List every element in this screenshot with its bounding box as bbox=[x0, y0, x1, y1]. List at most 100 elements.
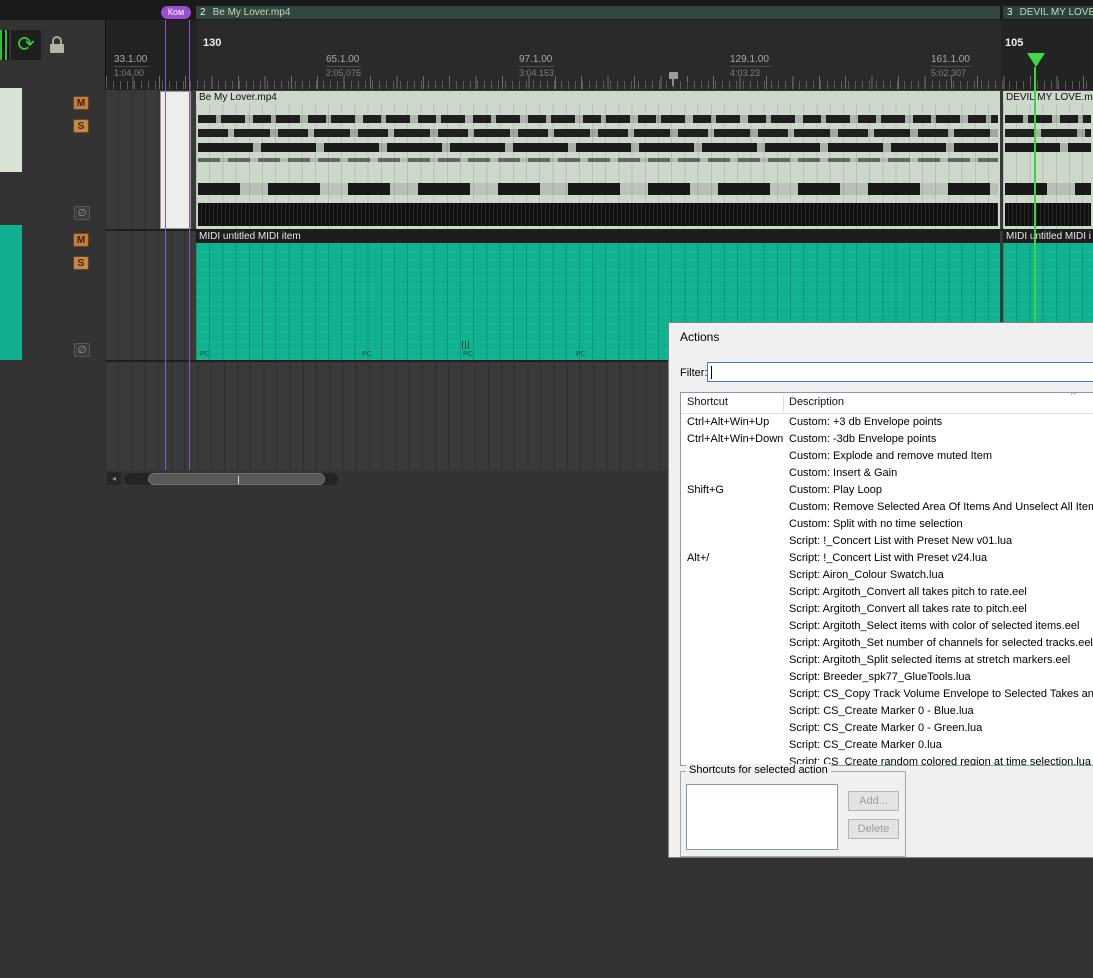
project-marker[interactable]: Ком bbox=[161, 6, 191, 19]
action-description: Script: !_Concert List with Preset New v… bbox=[789, 535, 1013, 547]
reaper-main-window: Ком 2 Be My Lover.mp4 3 DEVIL MY LOVE. 130… bbox=[0, 0, 1093, 978]
filter-input[interactable] bbox=[707, 362, 1093, 382]
action-description: Custom: +3 db Envelope points bbox=[789, 416, 943, 428]
ruler-measure-label: 65.1.00 2:05.076 bbox=[326, 54, 362, 78]
play-cursor-icon[interactable] bbox=[1027, 53, 1045, 67]
action-row[interactable]: Script: Airon_Colour Swatch.lua bbox=[681, 567, 1093, 584]
action-row[interactable]: Ctrl+Alt+Win+Up Custom: +3 db Envelope po… bbox=[681, 414, 1093, 431]
program-change-mark: PC bbox=[362, 351, 372, 358]
action-row[interactable]: Script: CS_Copy Track Volume Envelope to… bbox=[681, 686, 1093, 703]
marker-line bbox=[189, 20, 190, 470]
action-row[interactable]: Script: Argitoth_Convert all takes rate … bbox=[681, 601, 1093, 618]
filter-label: Filter: bbox=[680, 367, 708, 379]
track2-mute-button[interactable]: M bbox=[73, 233, 89, 247]
marker-region-lane[interactable]: Ком 2 Be My Lover.mp4 3 DEVIL MY LOVE. bbox=[0, 0, 1093, 20]
action-row[interactable]: Script: Breeder_spk77_GlueTools.lua bbox=[681, 669, 1093, 686]
actions-dialog: Actions Filter: Shortcut Description ^ C… bbox=[668, 322, 1093, 858]
track1-color-swatch bbox=[0, 88, 22, 172]
tempo-marker[interactable]: 105 bbox=[1005, 37, 1023, 49]
action-list-rows: Ctrl+Alt+Win+Up Custom: +3 db Envelope po… bbox=[681, 414, 1093, 766]
text-caret bbox=[711, 366, 712, 379]
column-divider[interactable] bbox=[783, 395, 784, 411]
column-header-description[interactable]: Description bbox=[789, 396, 844, 408]
action-list-header: Shortcut Description ^ bbox=[681, 393, 1093, 414]
action-description: Custom: Insert & Gain bbox=[789, 467, 898, 479]
waveform-lane bbox=[1005, 129, 1091, 137]
action-shortcut: Ctrl+Alt+Win+Down bbox=[687, 433, 783, 445]
action-row[interactable]: Ctrl+Alt+Win+Down Custom: -3db Envelope p… bbox=[681, 431, 1093, 448]
lock-icon[interactable] bbox=[49, 36, 65, 54]
action-description: Script: Airon_Colour Swatch.lua bbox=[789, 569, 944, 581]
shortcut-listbox[interactable] bbox=[686, 784, 838, 850]
action-row[interactable]: Custom: Explode and remove muted Item bbox=[681, 448, 1093, 465]
program-change-mark: PC bbox=[200, 351, 210, 358]
track1-mute-button[interactable]: M bbox=[73, 96, 89, 110]
region-name: Be My Lover.mp4 bbox=[212, 7, 291, 18]
audio-item-label: Be My Lover.mp4 bbox=[199, 92, 277, 103]
group-box-label: Shortcuts for selected action bbox=[686, 764, 831, 776]
region-number: 2 bbox=[200, 7, 206, 18]
action-row[interactable]: Custom: Split with no time selection bbox=[681, 516, 1093, 533]
action-description: Custom: Remove Selected Area Of Items An… bbox=[789, 501, 1093, 513]
shortcuts-group-box: Shortcuts for selected action Add... Del… bbox=[680, 764, 906, 857]
action-row[interactable]: Shift+G Custom: Play Loop bbox=[681, 482, 1093, 499]
track2-solo-button[interactable]: S bbox=[73, 256, 89, 270]
audio-item-devil-my-love[interactable]: DEVIL MY LOVE.mp bbox=[1003, 91, 1093, 229]
action-row[interactable]: Script: Argitoth_Split selected items at… bbox=[681, 652, 1093, 669]
waveform-lane bbox=[1005, 143, 1091, 152]
region-bar-devil-my-love[interactable]: 3 DEVIL MY LOVE. bbox=[1003, 6, 1093, 19]
action-description: Script: CS_Create Marker 0.lua bbox=[789, 739, 942, 751]
sort-ascending-icon[interactable]: ^ bbox=[1071, 393, 1076, 401]
track2-color-swatch bbox=[0, 225, 22, 360]
dialog-titlebar[interactable]: Actions bbox=[680, 330, 719, 344]
action-row[interactable]: Custom: Remove Selected Area Of Items An… bbox=[681, 499, 1093, 516]
program-change-mark: PC bbox=[576, 351, 586, 358]
audio-item-label: DEVIL MY LOVE.mp bbox=[1006, 92, 1093, 103]
action-description: Script: !_Concert List with Preset v24.l… bbox=[789, 552, 988, 564]
column-header-shortcut[interactable]: Shortcut bbox=[687, 396, 728, 408]
action-row[interactable]: Script: Argitoth_Select items with color… bbox=[681, 618, 1093, 635]
timeline-ruler[interactable]: 130 105 33.1.00 1:04.00 65.1.00 2:05.076 9… bbox=[105, 20, 1093, 90]
action-description: Script: Argitoth_Select items with color… bbox=[789, 620, 1080, 632]
track1-solo-button[interactable]: S bbox=[73, 119, 89, 133]
waveform-lane bbox=[198, 143, 998, 152]
loop-toggle-icon[interactable]: ⟳ bbox=[11, 30, 41, 60]
midi-item-label[interactable]: MIDI untitled MIDI item bbox=[196, 231, 1000, 243]
waveform-lane bbox=[198, 129, 998, 137]
region-bar-be-my-lover[interactable]: 2 Be My Lover.mp4 bbox=[196, 6, 1000, 19]
toolbar-stripes-icon bbox=[0, 30, 9, 60]
action-row[interactable]: Script: CS_Create Marker 0 - Blue.lua bbox=[681, 703, 1093, 720]
scrollbar-left-arrow-icon[interactable]: ◂ bbox=[107, 472, 121, 485]
action-row[interactable]: Script: CS_Create Marker 0.lua bbox=[681, 737, 1093, 754]
audio-item-be-my-lover[interactable]: Be My Lover.mp4 bbox=[196, 91, 1000, 229]
waveform-lane bbox=[198, 158, 998, 162]
pin-marker-icon[interactable] bbox=[667, 72, 679, 87]
action-description: Script: Breeder_spk77_GlueTools.lua bbox=[789, 671, 971, 683]
scrollbar-cursor-tick bbox=[238, 476, 239, 484]
track1-phase-button[interactable]: ∅ bbox=[74, 206, 90, 220]
action-row[interactable]: Script: CS_Create Marker 0 - Green.lua bbox=[681, 720, 1093, 737]
track2-phase-button[interactable]: ∅ bbox=[74, 343, 90, 357]
ruler-measure-label: 129.1.00 4:03.23 bbox=[730, 54, 771, 78]
delete-shortcut-button[interactable]: Delete bbox=[848, 819, 899, 839]
action-list[interactable]: Shortcut Description ^ Ctrl+Alt+Win+Up Cu… bbox=[680, 392, 1093, 766]
horizontal-scrollbar[interactable] bbox=[124, 473, 338, 485]
region-number: 3 bbox=[1007, 7, 1013, 18]
action-description: Script: CS_Create random colored region … bbox=[789, 756, 1092, 766]
action-description: Custom: Explode and remove muted Item bbox=[789, 450, 992, 462]
tempo-marker[interactable]: 130 bbox=[203, 37, 221, 49]
action-shortcut: Shift+G bbox=[687, 484, 724, 496]
scrollbar-handle[interactable] bbox=[148, 473, 325, 485]
action-row[interactable]: Alt+/ Script: !_Concert List with Preset … bbox=[681, 550, 1093, 567]
action-row[interactable]: Custom: Insert & Gain bbox=[681, 465, 1093, 482]
waveform-lane bbox=[1005, 183, 1091, 195]
add-shortcut-button[interactable]: Add... bbox=[848, 791, 899, 811]
action-row[interactable]: Script: Argitoth_Set number of channels … bbox=[681, 635, 1093, 652]
action-description: Script: Argitoth_Set number of channels … bbox=[789, 637, 1093, 649]
waveform-lane bbox=[198, 203, 998, 226]
waveform-lane bbox=[198, 183, 998, 195]
midi-item-label[interactable]: MIDI untitled MIDI i bbox=[1003, 231, 1093, 243]
action-description: Script: Argitoth_Convert all takes pitch… bbox=[789, 586, 1027, 598]
action-row[interactable]: Script: !_Concert List with Preset New v… bbox=[681, 533, 1093, 550]
action-row[interactable]: Script: Argitoth_Convert all takes pitch… bbox=[681, 584, 1093, 601]
